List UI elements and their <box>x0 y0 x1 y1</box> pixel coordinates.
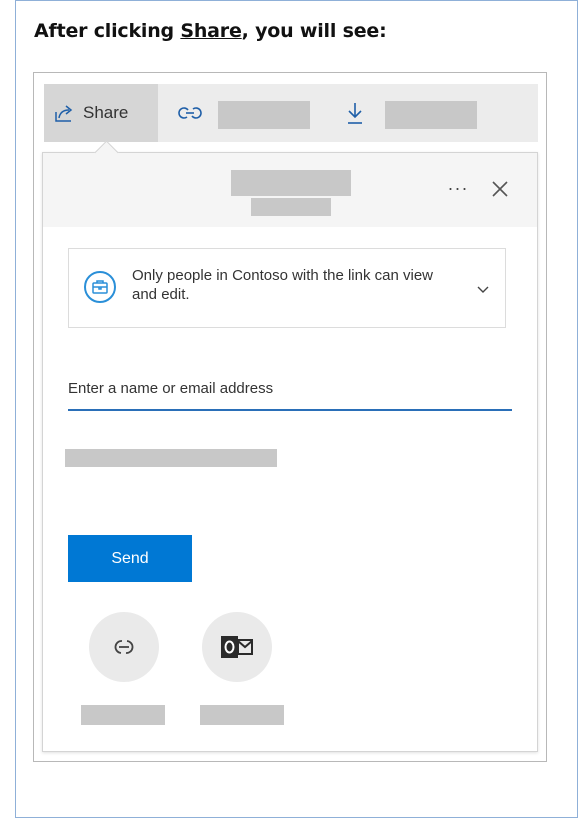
heading-prefix: After clicking <box>34 20 181 42</box>
instruction-heading: After clicking Share, you will see: <box>34 20 387 42</box>
copy-link-button[interactable] <box>89 612 159 682</box>
copy-link-icon <box>114 640 134 654</box>
permission-description: Only people in Contoso with the link can… <box>132 267 433 303</box>
download-label-placeholder <box>385 101 477 129</box>
link-label-placeholder <box>218 101 310 129</box>
recipient-input[interactable] <box>68 367 512 411</box>
share-button[interactable]: Share <box>44 84 158 142</box>
command-toolbar: Share <box>44 84 538 142</box>
heading-share-word: Share <box>180 20 242 42</box>
more-options-button[interactable]: ··· <box>445 177 471 199</box>
outlook-icon <box>221 636 253 658</box>
file-name-placeholder <box>231 170 351 196</box>
send-button[interactable]: Send <box>68 535 192 582</box>
message-placeholder <box>65 449 277 467</box>
heading-suffix: , you will see: <box>241 20 387 42</box>
file-subtitle-placeholder <box>251 198 331 216</box>
share-button-label: Share <box>83 103 129 122</box>
outlook-button[interactable] <box>202 612 272 682</box>
link-icon[interactable] <box>178 102 202 124</box>
link-permission-selector[interactable]: Only people in Contoso with the link can… <box>68 248 506 328</box>
close-icon[interactable] <box>490 179 510 199</box>
share-icon <box>55 105 73 122</box>
chevron-down-icon <box>477 286 489 293</box>
outlook-label-placeholder <box>200 705 284 725</box>
share-screenshot: Share ··· Only people in Contoso with th… <box>33 72 547 762</box>
share-dialog: ··· Only people in Contoso with the link… <box>42 140 538 752</box>
briefcase-icon <box>84 271 116 303</box>
copy-link-label-placeholder <box>81 705 165 725</box>
download-icon[interactable] <box>346 101 364 125</box>
